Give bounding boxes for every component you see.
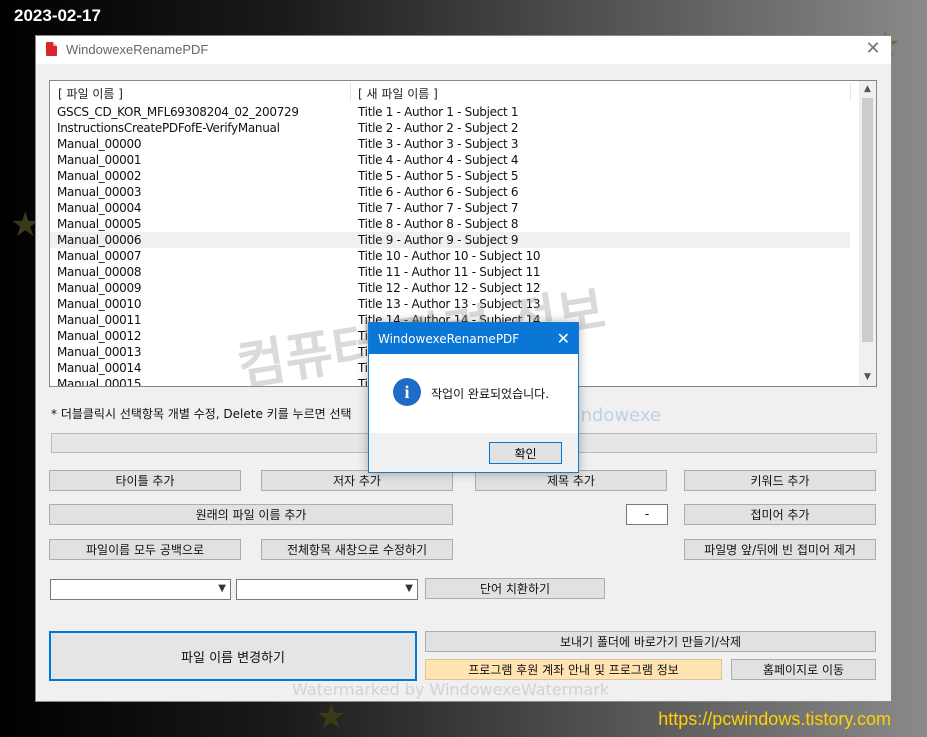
cell-file-name: Manual_00004	[57, 201, 142, 215]
cell-file-name: Manual_00007	[57, 249, 142, 263]
cell-file-name: Manual_00014	[57, 361, 142, 375]
site-url-overlay: https://pcwindows.tistory.com	[658, 709, 891, 729]
all-blank-button[interactable]: 파일이름 모두 공백으로	[49, 539, 241, 560]
cell-file-name: Manual_00002	[57, 169, 142, 183]
cell-file-name: Manual_00008	[57, 265, 142, 279]
add-author-button[interactable]: 저자 추가	[261, 470, 453, 491]
pdf-app-icon	[46, 42, 57, 56]
table-row[interactable]: Manual_00001 Title 4 - Author 4 - Subject…	[50, 152, 850, 168]
vertical-scrollbar[interactable]: ▲ ▼	[859, 81, 876, 386]
donation-info-button[interactable]: 프로그램 후원 계좌 안내 및 프로그램 정보	[425, 659, 722, 680]
dialog-close-button[interactable]: ✕	[557, 329, 570, 348]
dialog-message: 작업이 완료되었습니다.	[431, 387, 550, 401]
hint-text: * 더블클릭시 선택항목 개별 수정, Delete 키를 누르면 선택	[51, 407, 352, 421]
table-row[interactable]: Manual_00007 Title 10 - Author 10 - Subje…	[50, 248, 850, 264]
replace-word-combo[interactable]: ▼	[236, 579, 418, 600]
cell-new-file-name: Title 9 - Author 9 - Subject 9	[358, 233, 519, 247]
search-word-combo[interactable]: ▼	[50, 579, 231, 600]
completion-dialog: WindowexeRenamePDF ✕ i 작업이 완료되었습니다. 확인	[368, 322, 579, 473]
title-bar: WindowexeRenamePDF ✕	[36, 36, 891, 64]
cell-file-name: Manual_00006	[57, 233, 142, 247]
star-icon: ★	[316, 697, 347, 737]
scroll-up-icon[interactable]: ▲	[859, 81, 876, 98]
window-close-button[interactable]: ✕	[863, 39, 883, 59]
scroll-thumb[interactable]	[862, 98, 873, 342]
cell-new-file-name: Title 11 - Author 11 - Subject 11	[358, 265, 541, 279]
add-keyword-button[interactable]: 키워드 추가	[684, 470, 876, 491]
table-row[interactable]: Manual_00005 Title 8 - Author 8 - Subject…	[50, 216, 850, 232]
column-header-file-name[interactable]: [ 파일 이름 ]	[58, 85, 123, 102]
add-subject-button[interactable]: 제목 추가	[475, 470, 667, 491]
cell-file-name: GSCS_CD_KOR_MFL69308204_02_200729	[57, 105, 299, 119]
cell-file-name: Manual_00011	[57, 313, 142, 327]
dialog-body: i 작업이 완료되었습니다.	[369, 354, 578, 433]
cell-new-file-name: Title 1 - Author 1 - Subject 1	[358, 105, 519, 119]
table-row[interactable]: Manual_00008 Title 11 - Author 11 - Subje…	[50, 264, 850, 280]
cell-new-file-name: Title 4 - Author 4 - Subject 4	[358, 153, 519, 167]
cell-new-file-name: Title 8 - Author 8 - Subject 8	[358, 217, 519, 231]
cell-file-name: Manual_00010	[57, 297, 142, 311]
table-row[interactable]: Manual_00000 Title 3 - Author 3 - Subject…	[50, 136, 850, 152]
cell-file-name: InstructionsCreatePDFofE-VerifyManual	[57, 121, 280, 135]
cell-file-name: Manual_00003	[57, 185, 142, 199]
add-suffix-button[interactable]: 접미어 추가	[684, 504, 876, 525]
edit-all-new-window-button[interactable]: 전체항목 새창으로 수정하기	[261, 539, 453, 560]
table-row[interactable]: Manual_00003 Title 6 - Author 6 - Subject…	[50, 184, 850, 200]
dialog-title-bar: WindowexeRenamePDF ✕	[369, 323, 578, 354]
cell-new-file-name: Title 5 - Author 5 - Subject 5	[358, 169, 519, 183]
info-icon: i	[393, 378, 421, 406]
table-row[interactable]: GSCS_CD_KOR_MFL69308204_02_200729 Title 1…	[50, 104, 850, 120]
cell-file-name: Manual_00005	[57, 217, 142, 231]
suffix-input[interactable]: -	[626, 504, 668, 525]
cell-new-file-name: Title 3 - Author 3 - Subject 3	[358, 137, 519, 151]
scroll-down-icon[interactable]: ▼	[859, 369, 876, 386]
rename-files-button[interactable]: 파일 이름 변경하기	[49, 631, 417, 681]
add-title-button[interactable]: 타이틀 추가	[49, 470, 241, 491]
table-row[interactable]: Manual_00002 Title 5 - Author 5 - Subject…	[50, 168, 850, 184]
cell-file-name: Manual_00001	[57, 153, 142, 167]
dialog-title: WindowexeRenamePDF	[378, 332, 520, 346]
cell-new-file-name: Title 2 - Author 2 - Subject 2	[358, 121, 519, 135]
table-row[interactable]: InstructionsCreatePDFofE-VerifyManual Tit…	[50, 120, 850, 136]
homepage-button[interactable]: 홈페이지로 이동	[731, 659, 876, 680]
replace-word-button[interactable]: 단어 치환하기	[425, 578, 605, 599]
remove-empty-affix-button[interactable]: 파일명 앞/뒤에 빈 접미어 제거	[684, 539, 876, 560]
cell-file-name: Manual_00009	[57, 281, 142, 295]
window-title: WindowexeRenamePDF	[66, 42, 209, 57]
chevron-down-icon: ▼	[405, 583, 413, 594]
cell-file-name: Manual_00012	[57, 329, 142, 343]
table-row[interactable]: Manual_00006 Title 9 - Author 9 - Subject…	[50, 232, 850, 248]
chevron-down-icon: ▼	[218, 583, 226, 594]
add-original-name-button[interactable]: 원래의 파일 이름 추가	[49, 504, 453, 525]
list-header: [ 파일 이름 ] [ 새 파일 이름 ]	[50, 81, 851, 103]
cell-file-name: Manual_00000	[57, 137, 142, 151]
date-overlay: 2023-02-17	[14, 6, 101, 25]
sendto-shortcut-button[interactable]: 보내기 폴더에 바로가기 만들기/삭제	[425, 631, 876, 652]
ok-button[interactable]: 확인	[489, 442, 562, 464]
column-header-new-file-name[interactable]: [ 새 파일 이름 ]	[358, 85, 438, 102]
cell-new-file-name: Title 10 - Author 10 - Subject 10	[358, 249, 541, 263]
cell-new-file-name: Title 6 - Author 6 - Subject 6	[358, 185, 519, 199]
cell-new-file-name: Title 7 - Author 7 - Subject 7	[358, 201, 519, 215]
watermark-bottom: Watermarked by WindowexeWatermark	[292, 680, 610, 699]
table-row[interactable]: Manual_00004 Title 7 - Author 7 - Subject…	[50, 200, 850, 216]
cell-file-name: Manual_00013	[57, 345, 142, 359]
cell-file-name: Manual_00015	[57, 377, 142, 387]
